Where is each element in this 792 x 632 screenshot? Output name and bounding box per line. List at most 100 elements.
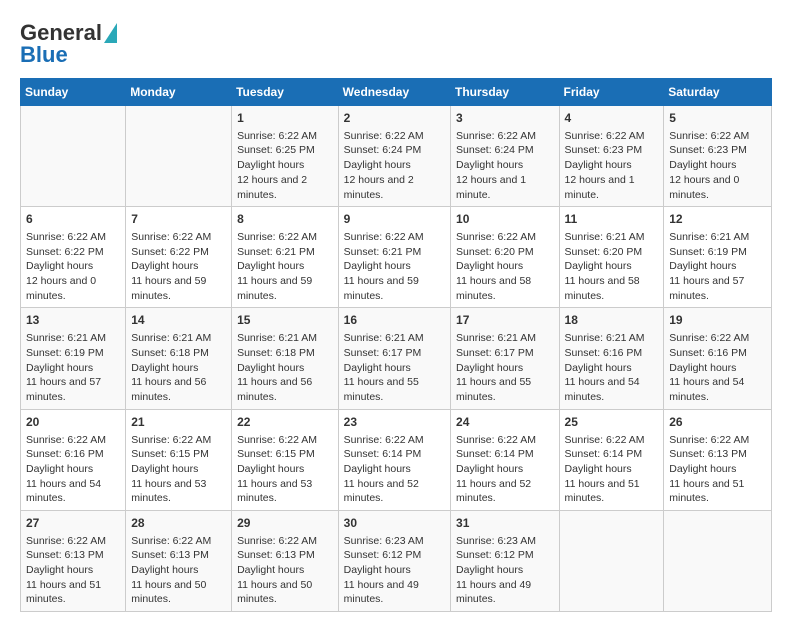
day-number: 11 bbox=[565, 211, 659, 228]
calendar-cell: 21 Sunrise: 6:22 AMSunset: 6:15 PMDayligh… bbox=[126, 409, 232, 510]
calendar-cell bbox=[21, 106, 126, 207]
day-number: 10 bbox=[456, 211, 554, 228]
calendar-cell bbox=[126, 106, 232, 207]
day-number: 30 bbox=[344, 515, 445, 532]
calendar-cell: 9Sunrise: 6:22 AMSunset: 6:21 PMDaylight… bbox=[338, 207, 450, 308]
day-number: 6 bbox=[26, 211, 120, 228]
day-number: 31 bbox=[456, 515, 554, 532]
calendar-cell: 18 Sunrise: 6:21 AMSunset: 6:16 PMDayligh… bbox=[559, 308, 664, 409]
cell-content: Sunrise: 6:22 AMSunset: 6:20 PMDaylight … bbox=[456, 230, 554, 303]
calendar-cell: 15 Sunrise: 6:21 AMSunset: 6:18 PMDayligh… bbox=[232, 308, 339, 409]
cell-content: Sunrise: 6:22 AMSunset: 6:24 PMDaylight … bbox=[456, 129, 554, 202]
day-number: 15 bbox=[237, 312, 333, 329]
day-number: 5 bbox=[669, 110, 766, 127]
cell-content: Sunrise: 6:22 AMSunset: 6:15 PMDaylight … bbox=[237, 433, 333, 506]
week-row-2: 6 Sunrise: 6:22 AMSunset: 6:22 PMDaylight… bbox=[21, 207, 772, 308]
day-number: 3 bbox=[456, 110, 554, 127]
header-row: SundayMondayTuesdayWednesdayThursdayFrid… bbox=[21, 79, 772, 106]
day-number: 17 bbox=[456, 312, 554, 329]
cell-content: Sunrise: 6:22 AMSunset: 6:14 PMDaylight … bbox=[344, 433, 445, 506]
calendar-cell: 22 Sunrise: 6:22 AMSunset: 6:15 PMDayligh… bbox=[232, 409, 339, 510]
cell-content: Sunrise: 6:21 AMSunset: 6:19 PMDaylight … bbox=[26, 331, 120, 404]
cell-content: Sunrise: 6:21 AMSunset: 6:16 PMDaylight … bbox=[565, 331, 659, 404]
cell-content: Sunrise: 6:22 AMSunset: 6:15 PMDaylight … bbox=[131, 433, 226, 506]
calendar-cell bbox=[664, 510, 772, 611]
calendar-cell: 16 Sunrise: 6:21 AMSunset: 6:17 PMDayligh… bbox=[338, 308, 450, 409]
logo: General Blue bbox=[20, 20, 117, 68]
calendar-cell: 31 Sunrise: 6:23 AMSunset: 6:12 PMDayligh… bbox=[451, 510, 560, 611]
cell-content: Sunrise: 6:23 AMSunset: 6:12 PMDaylight … bbox=[456, 534, 554, 607]
week-row-4: 20 Sunrise: 6:22 AMSunset: 6:16 PMDayligh… bbox=[21, 409, 772, 510]
cell-content: Sunrise: 6:21 AMSunset: 6:19 PMDaylight … bbox=[669, 230, 766, 303]
calendar-cell: 20 Sunrise: 6:22 AMSunset: 6:16 PMDayligh… bbox=[21, 409, 126, 510]
calendar-cell bbox=[559, 510, 664, 611]
calendar-cell: 7 Sunrise: 6:22 AMSunset: 6:22 PMDaylight… bbox=[126, 207, 232, 308]
calendar-cell: 19 Sunrise: 6:22 AMSunset: 6:16 PMDayligh… bbox=[664, 308, 772, 409]
cell-content: Sunrise: 6:22 AMSunset: 6:22 PMDaylight … bbox=[131, 230, 226, 303]
header-cell-thursday: Thursday bbox=[451, 79, 560, 106]
cell-content: Sunrise: 6:22 AMSunset: 6:16 PMDaylight … bbox=[669, 331, 766, 404]
calendar-cell: 10 Sunrise: 6:22 AMSunset: 6:20 PMDayligh… bbox=[451, 207, 560, 308]
header-cell-friday: Friday bbox=[559, 79, 664, 106]
calendar-cell: 25 Sunrise: 6:22 AMSunset: 6:14 PMDayligh… bbox=[559, 409, 664, 510]
day-number: 16 bbox=[344, 312, 445, 329]
calendar-cell: 26 Sunrise: 6:22 AMSunset: 6:13 PMDayligh… bbox=[664, 409, 772, 510]
cell-content: Sunrise: 6:22 AMSunset: 6:16 PMDaylight … bbox=[26, 433, 120, 506]
day-number: 9 bbox=[344, 211, 445, 228]
calendar-cell: 2Sunrise: 6:22 AMSunset: 6:24 PMDaylight… bbox=[338, 106, 450, 207]
cell-content: Sunrise: 6:22 AMSunset: 6:14 PMDaylight … bbox=[456, 433, 554, 506]
cell-content: Sunrise: 6:22 AMSunset: 6:23 PMDaylight … bbox=[669, 129, 766, 202]
day-number: 27 bbox=[26, 515, 120, 532]
calendar-cell: 5 Sunrise: 6:22 AMSunset: 6:23 PMDaylight… bbox=[664, 106, 772, 207]
calendar-cell: 30Sunrise: 6:23 AMSunset: 6:12 PMDayligh… bbox=[338, 510, 450, 611]
day-number: 29 bbox=[237, 515, 333, 532]
calendar-cell: 27 Sunrise: 6:22 AMSunset: 6:13 PMDayligh… bbox=[21, 510, 126, 611]
day-number: 21 bbox=[131, 414, 226, 431]
calendar-cell: 12Sunrise: 6:21 AMSunset: 6:19 PMDayligh… bbox=[664, 207, 772, 308]
calendar-table: SundayMondayTuesdayWednesdayThursdayFrid… bbox=[20, 78, 772, 612]
cell-content: Sunrise: 6:21 AMSunset: 6:18 PMDaylight … bbox=[237, 331, 333, 404]
calendar-cell: 11 Sunrise: 6:21 AMSunset: 6:20 PMDayligh… bbox=[559, 207, 664, 308]
calendar-cell: 28 Sunrise: 6:22 AMSunset: 6:13 PMDayligh… bbox=[126, 510, 232, 611]
cell-content: Sunrise: 6:21 AMSunset: 6:17 PMDaylight … bbox=[344, 331, 445, 404]
page-header: General Blue bbox=[20, 20, 772, 68]
cell-content: Sunrise: 6:22 AMSunset: 6:14 PMDaylight … bbox=[565, 433, 659, 506]
day-number: 18 bbox=[565, 312, 659, 329]
cell-content: Sunrise: 6:22 AMSunset: 6:25 PMDaylight … bbox=[237, 129, 333, 202]
day-number: 20 bbox=[26, 414, 120, 431]
week-row-1: 1Sunrise: 6:22 AMSunset: 6:25 PMDaylight… bbox=[21, 106, 772, 207]
calendar-cell: 3 Sunrise: 6:22 AMSunset: 6:24 PMDaylight… bbox=[451, 106, 560, 207]
day-number: 26 bbox=[669, 414, 766, 431]
calendar-cell: 23 Sunrise: 6:22 AMSunset: 6:14 PMDayligh… bbox=[338, 409, 450, 510]
cell-content: Sunrise: 6:21 AMSunset: 6:18 PMDaylight … bbox=[131, 331, 226, 404]
cell-content: Sunrise: 6:22 AMSunset: 6:13 PMDaylight … bbox=[669, 433, 766, 506]
week-row-5: 27 Sunrise: 6:22 AMSunset: 6:13 PMDayligh… bbox=[21, 510, 772, 611]
day-number: 8 bbox=[237, 211, 333, 228]
cell-content: Sunrise: 6:21 AMSunset: 6:20 PMDaylight … bbox=[565, 230, 659, 303]
cell-content: Sunrise: 6:22 AMSunset: 6:22 PMDaylight … bbox=[26, 230, 120, 303]
day-number: 22 bbox=[237, 414, 333, 431]
day-number: 19 bbox=[669, 312, 766, 329]
header-cell-sunday: Sunday bbox=[21, 79, 126, 106]
calendar-cell: 8 Sunrise: 6:22 AMSunset: 6:21 PMDaylight… bbox=[232, 207, 339, 308]
cell-content: Sunrise: 6:22 AMSunset: 6:13 PMDaylight … bbox=[26, 534, 120, 607]
calendar-cell: 29 Sunrise: 6:22 AMSunset: 6:13 PMDayligh… bbox=[232, 510, 339, 611]
header-cell-saturday: Saturday bbox=[664, 79, 772, 106]
week-row-3: 13Sunrise: 6:21 AMSunset: 6:19 PMDayligh… bbox=[21, 308, 772, 409]
day-number: 2 bbox=[344, 110, 445, 127]
cell-content: Sunrise: 6:22 AMSunset: 6:13 PMDaylight … bbox=[237, 534, 333, 607]
cell-content: Sunrise: 6:21 AMSunset: 6:17 PMDaylight … bbox=[456, 331, 554, 404]
calendar-cell: 1Sunrise: 6:22 AMSunset: 6:25 PMDaylight… bbox=[232, 106, 339, 207]
header-cell-tuesday: Tuesday bbox=[232, 79, 339, 106]
day-number: 24 bbox=[456, 414, 554, 431]
day-number: 28 bbox=[131, 515, 226, 532]
calendar-cell: 4Sunrise: 6:22 AMSunset: 6:23 PMDaylight… bbox=[559, 106, 664, 207]
day-number: 25 bbox=[565, 414, 659, 431]
day-number: 23 bbox=[344, 414, 445, 431]
day-number: 7 bbox=[131, 211, 226, 228]
cell-content: Sunrise: 6:22 AMSunset: 6:23 PMDaylight … bbox=[565, 129, 659, 202]
day-number: 14 bbox=[131, 312, 226, 329]
header-cell-wednesday: Wednesday bbox=[338, 79, 450, 106]
cell-content: Sunrise: 6:22 AMSunset: 6:13 PMDaylight … bbox=[131, 534, 226, 607]
cell-content: Sunrise: 6:22 AMSunset: 6:21 PMDaylight … bbox=[237, 230, 333, 303]
